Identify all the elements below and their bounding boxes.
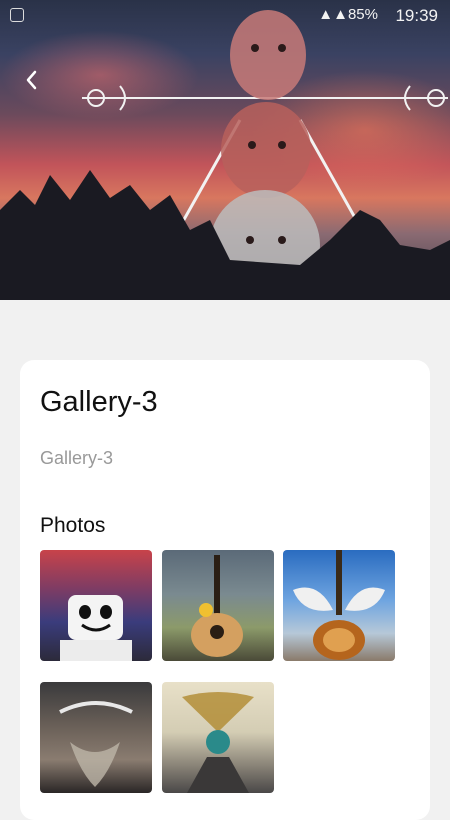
photo-acoustic-guitar: [191, 555, 243, 657]
photo-thumbnail[interactable]: [162, 682, 274, 793]
instagram-icon: [10, 8, 24, 22]
page-title: Gallery-3: [40, 386, 158, 418]
status-time: 19:39: [395, 6, 438, 25]
signal-icon: ▲▲: [318, 6, 348, 23]
photo-thumbnail[interactable]: [283, 550, 395, 661]
photo-marshmello: [60, 595, 132, 661]
chevron-left-icon: [26, 70, 37, 90]
back-button[interactable]: [18, 66, 46, 94]
photo-electric-guitar: [293, 550, 385, 660]
header-image: ▲▲ 85% 19:39: [0, 0, 450, 300]
photos-heading: Photos: [40, 514, 106, 537]
photo-guitar-art: [59, 701, 133, 787]
gallery-card: Gallery-3 Gallery-3 Photos: [20, 360, 430, 820]
battery-level: 85%: [347, 6, 378, 23]
status-bar: ▲▲ 85% 19:39: [0, 0, 450, 30]
gallery-description: Gallery-3: [40, 448, 114, 468]
photo-thumbnail[interactable]: [40, 550, 152, 661]
photo-thumbnail[interactable]: [40, 682, 152, 793]
photo-thumbnail[interactable]: [162, 550, 274, 661]
header-illustration: [0, 10, 450, 300]
photo-mandala-fretboard: [182, 692, 254, 793]
